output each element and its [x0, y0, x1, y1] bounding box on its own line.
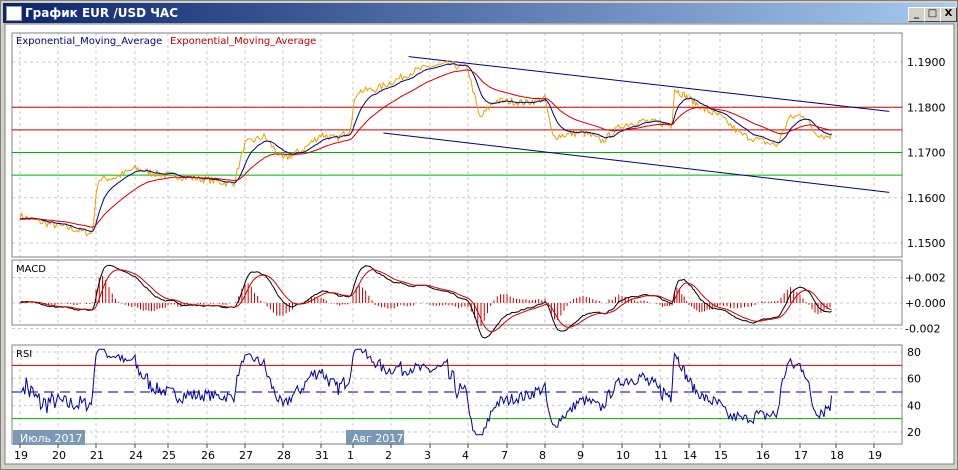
x-tick-label: 25	[162, 449, 176, 462]
x-tick-label: 26	[201, 449, 215, 462]
x-tick-label: 14	[683, 449, 697, 462]
x-tick-label: 3	[424, 449, 431, 462]
rsi-axis-label: 60	[907, 373, 921, 386]
macd-axis-label: +0.002	[905, 272, 946, 285]
x-tick-label: 15	[714, 449, 728, 462]
rsi-label: RSI	[16, 349, 32, 360]
x-tick-label: 10	[616, 449, 630, 462]
price-axis-label: 1.1800	[907, 101, 946, 114]
x-tick-label: 24	[129, 449, 143, 462]
x-tick-label: 17	[794, 449, 808, 462]
x-tick-label: 19	[868, 449, 882, 462]
macd-axis-label: +0.000	[905, 297, 946, 310]
x-tick-label: 8	[539, 449, 546, 462]
x-tick-label: 27	[239, 449, 253, 462]
legend-ema-fast: Exponential_Moving_Average	[16, 36, 162, 47]
macd-axis-label: -0.002	[905, 323, 940, 336]
x-tick-label: 28	[277, 449, 291, 462]
price-axis-label: 1.1700	[907, 147, 946, 160]
x-tick-label: 4	[462, 449, 469, 462]
x-tick-label: 2	[385, 449, 392, 462]
x-tick-label: 11	[654, 449, 668, 462]
price-axis-label: 1.1600	[907, 192, 946, 205]
x-tick-label: 18	[830, 449, 844, 462]
x-tick-label: 7	[501, 449, 508, 462]
x-tick-label: 19	[14, 449, 28, 462]
x-tick-label: 31	[315, 449, 329, 462]
month-label-aug: Авг 2017	[352, 432, 403, 445]
rsi-axis-label: 40	[907, 399, 921, 412]
legend-ema-slow: Exponential_Moving_Average	[170, 36, 316, 47]
rsi-axis-label: 20	[907, 426, 921, 439]
x-tick-label: 16	[756, 449, 770, 462]
x-tick-label: 20	[52, 449, 66, 462]
month-label-july: Июль 2017	[20, 432, 83, 445]
x-tick-label: 9	[577, 449, 584, 462]
x-tick-label: 1	[347, 449, 354, 462]
rsi-axis-label: 80	[907, 346, 921, 359]
x-tick-label: 21	[90, 449, 104, 462]
price-axis-label: 1.1900	[907, 56, 946, 69]
price-axis-label: 1.1500	[907, 237, 946, 250]
macd-label: MACD	[16, 264, 46, 275]
chart-canvas[interactable]: Exponential_Moving_Average Exponential_M…	[0, 0, 958, 470]
